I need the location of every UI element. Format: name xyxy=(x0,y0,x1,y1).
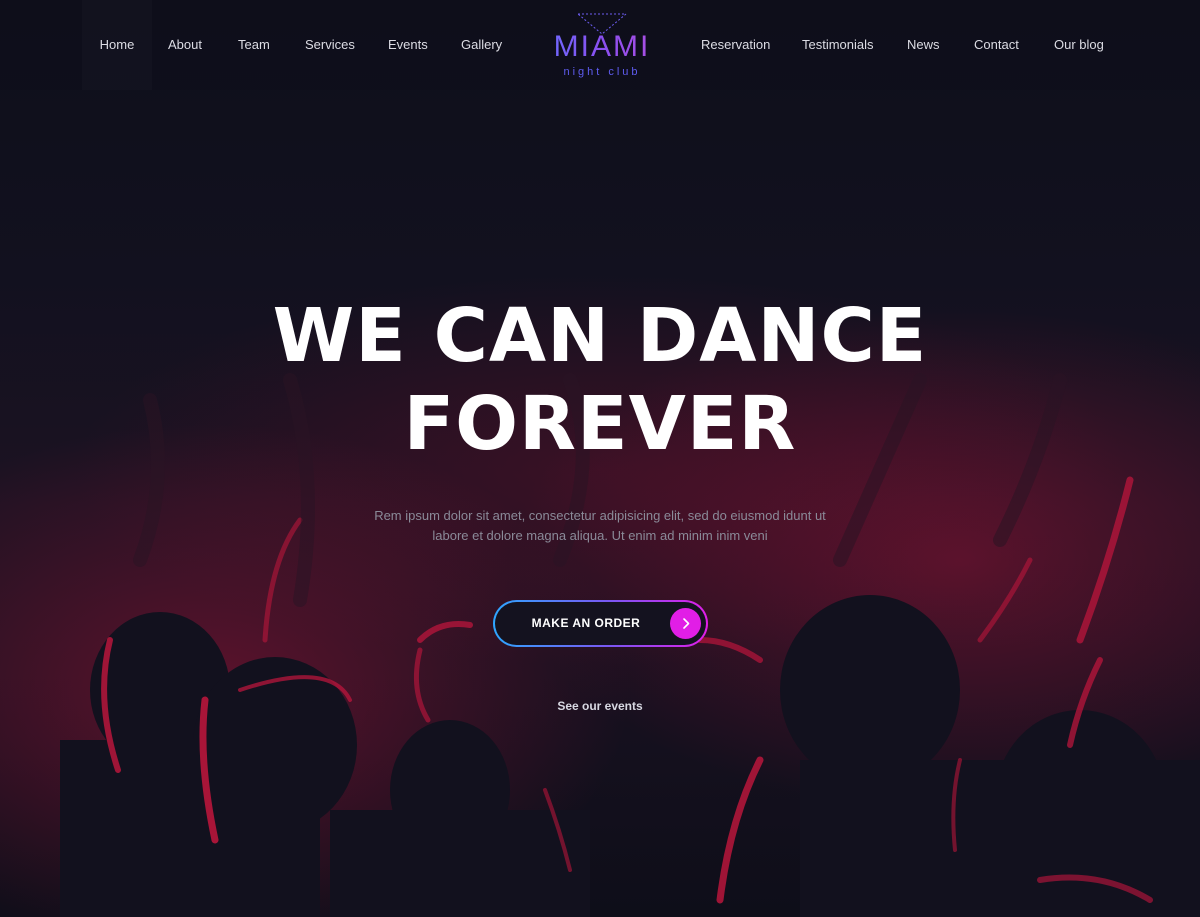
nav-item-contact[interactable]: Contact xyxy=(974,34,1019,56)
nav-item-about[interactable]: About xyxy=(168,34,202,56)
hero-title-line-1: WE CAN DANCE xyxy=(272,293,928,379)
logo-title: MIAMI xyxy=(540,32,664,62)
nav-item-label: Home xyxy=(99,37,135,52)
nav-item-our-blog[interactable]: Our blog xyxy=(1054,34,1104,56)
make-an-order-button[interactable]: MAKE AN ORDER xyxy=(493,600,708,647)
hero-description: Rem ipsum dolor sit amet, consectetur ad… xyxy=(300,506,900,546)
hero-title-line-2: FOREVER xyxy=(403,381,797,467)
nav-item-reservation[interactable]: Reservation xyxy=(701,34,770,56)
nav-item-news[interactable]: News xyxy=(907,34,940,56)
nav-item-testimonials[interactable]: Testimonials xyxy=(802,34,874,56)
nav-item-services[interactable]: Services xyxy=(305,34,355,56)
nav-item-home[interactable]: Home xyxy=(82,0,152,90)
chevron-right-icon xyxy=(670,608,701,639)
nav-item-events[interactable]: Events xyxy=(388,34,428,56)
make-an-order-button-inner: MAKE AN ORDER xyxy=(495,602,706,645)
hero-title: WE CAN DANCE FOREVER xyxy=(100,292,1100,468)
main-navigation: Home About Team Services Events Gallery … xyxy=(0,0,1200,90)
logo-subtitle: night club xyxy=(563,66,641,78)
make-an-order-label: MAKE AN ORDER xyxy=(531,616,641,630)
hero-description-line-1: Rem ipsum dolor sit amet, consectetur ad… xyxy=(374,508,826,523)
see-our-events-link[interactable]: See our events xyxy=(500,696,700,716)
hero-description-line-2: labore et dolore magna aliqua. Ut enim a… xyxy=(432,528,768,543)
nav-item-gallery[interactable]: Gallery xyxy=(461,34,502,56)
nav-item-team[interactable]: Team xyxy=(238,34,270,56)
site-logo[interactable]: MIAMI night club xyxy=(540,10,664,80)
